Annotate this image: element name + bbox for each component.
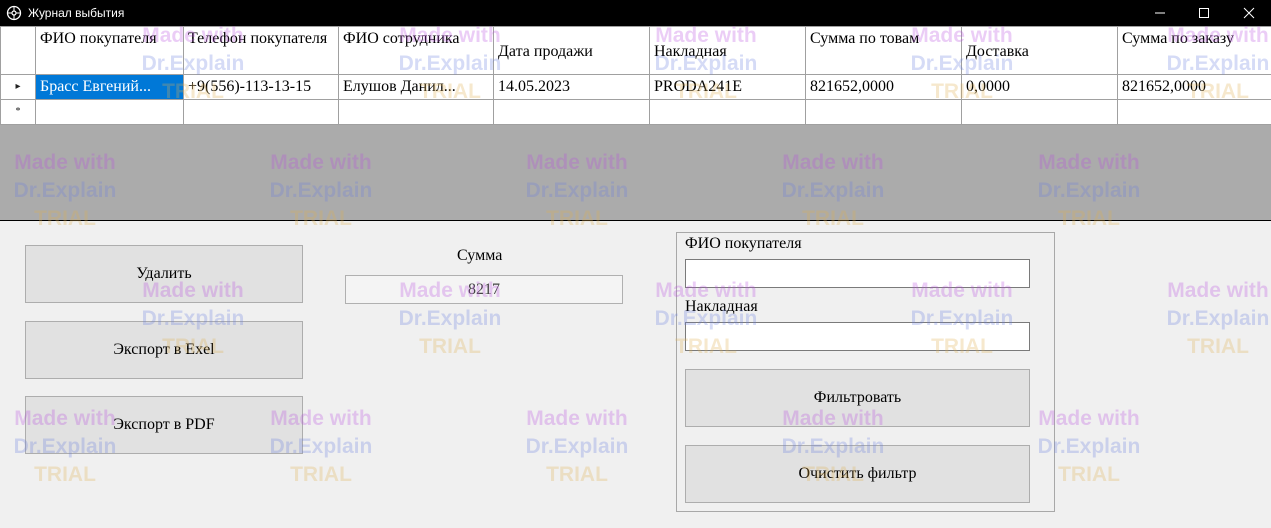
row-marker[interactable]: ▸: [0, 74, 36, 100]
watermark-text: TRIAL: [419, 335, 481, 358]
new-row-marker[interactable]: *: [0, 99, 36, 125]
buyer-filter-label: ФИО покупателя: [685, 235, 802, 252]
new-cell[interactable]: [961, 99, 1118, 125]
cell-order-sum[interactable]: 821652,0000: [1117, 74, 1271, 100]
table-row[interactable]: ▸ Брасс Евгений... +9(556)-113-13-15 Елу…: [0, 74, 1271, 100]
new-cell[interactable]: [1117, 99, 1271, 125]
cell-phone[interactable]: +9(556)-113-13-15: [183, 74, 339, 100]
watermark-text: TRIAL: [1187, 335, 1249, 358]
column-header-delivery[interactable]: Доставка: [961, 26, 1118, 75]
maximize-icon: [1199, 8, 1209, 18]
column-header-invoice[interactable]: Накладная: [649, 26, 806, 75]
invoice-filter-input[interactable]: [685, 322, 1030, 351]
cell-date[interactable]: 14.05.2023: [493, 74, 650, 100]
new-cell[interactable]: [805, 99, 962, 125]
new-cell[interactable]: [183, 99, 339, 125]
minimize-button[interactable]: [1137, 0, 1183, 26]
records-table: ФИО покупателя Телефон покупателя ФИО со…: [0, 26, 1271, 125]
column-header-goods-sum[interactable]: Сумма по товам: [805, 26, 962, 75]
watermark-text: Made with: [1167, 279, 1269, 302]
column-header-employee[interactable]: ФИО сотрудника: [338, 26, 494, 75]
watermark-text: TRIAL: [290, 463, 352, 486]
cell-invoice[interactable]: PRODA241E: [649, 74, 806, 100]
watermark-text: TRIAL: [34, 463, 96, 486]
delete-button[interactable]: Удалить: [25, 245, 303, 303]
cell-buyer[interactable]: Брасс Евгений...: [35, 74, 184, 100]
cell-delivery[interactable]: 0,0000: [961, 74, 1118, 100]
buyer-filter-input[interactable]: [685, 259, 1030, 288]
column-header-buyer[interactable]: ФИО покупателя: [35, 26, 184, 75]
new-cell[interactable]: [338, 99, 494, 125]
title-bar: Журнал выбытия: [0, 0, 1271, 26]
cell-employee[interactable]: Елушов Данил...: [338, 74, 494, 100]
app-icon: [6, 5, 22, 21]
close-icon: [1243, 7, 1255, 19]
column-header-phone[interactable]: Телефон покупателя: [183, 26, 339, 75]
export-excel-button[interactable]: Экспорт в Exel: [25, 321, 303, 379]
invoice-filter-label: Накладная: [685, 298, 758, 315]
column-header-date[interactable]: Дата продажи: [493, 26, 650, 75]
new-cell[interactable]: [35, 99, 184, 125]
new-row[interactable]: *: [0, 99, 1271, 125]
window-title: Журнал выбытия: [28, 6, 125, 20]
sum-value: 8217: [345, 275, 623, 304]
export-pdf-button[interactable]: Экспорт в PDF: [25, 396, 303, 454]
new-cell[interactable]: [493, 99, 650, 125]
sum-label: Сумма: [457, 247, 503, 264]
watermark-text: Dr.Explain: [398, 307, 502, 330]
watermark-text: Made with: [526, 407, 628, 430]
trial-watermark: Made with Dr.Explain TRIAL: [1153, 277, 1271, 361]
minimize-icon: [1155, 12, 1165, 14]
trial-watermark: Made with Dr.Explain TRIAL: [512, 405, 642, 489]
watermark-text: TRIAL: [546, 463, 608, 486]
clear-filter-button[interactable]: Очистить фильтр: [685, 445, 1030, 503]
column-header-order-sum[interactable]: Сумма по заказу: [1117, 26, 1271, 75]
corner-header: [0, 26, 36, 75]
data-grid[interactable]: ФИО покупателя Телефон покупателя ФИО со…: [0, 26, 1271, 221]
watermark-text: Dr.Explain: [525, 435, 629, 458]
watermark-text: Dr.Explain: [1166, 307, 1270, 330]
close-button[interactable]: [1226, 0, 1271, 26]
cell-goods-sum[interactable]: 821652,0000: [805, 74, 962, 100]
apply-filter-button[interactable]: Фильтровать: [685, 369, 1030, 427]
maximize-button[interactable]: [1181, 0, 1227, 26]
new-cell[interactable]: [649, 99, 806, 125]
header-row: ФИО покупателя Телефон покупателя ФИО со…: [0, 26, 1271, 75]
